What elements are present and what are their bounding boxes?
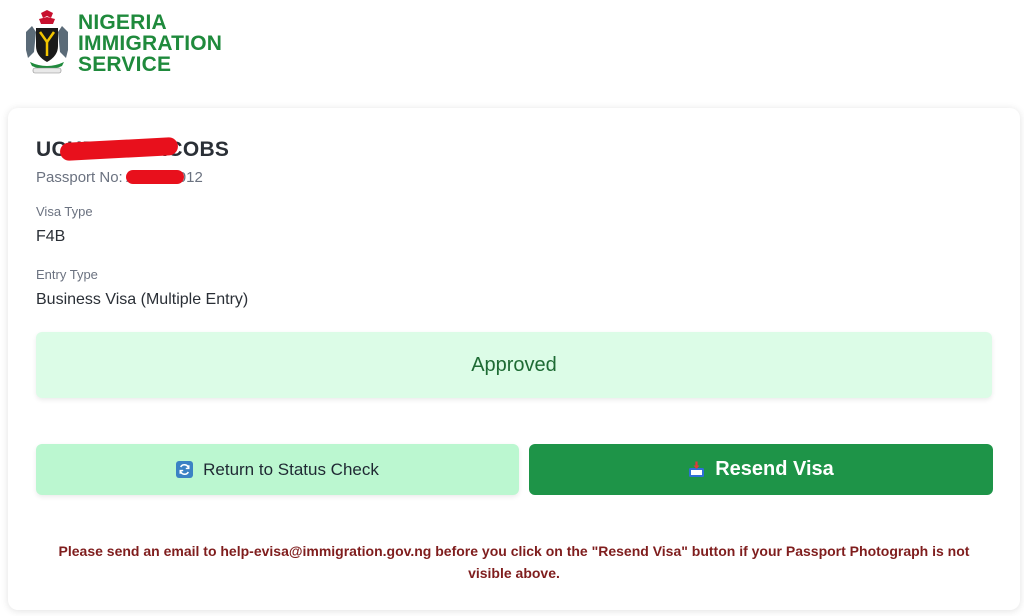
status-badge: Approved [36, 332, 992, 398]
agency-name-logo: NIGERIA IMMIGRATION SERVICE [78, 12, 222, 75]
entry-type-value: Business Visa (Multiple Entry) [36, 291, 249, 308]
refresh-icon [176, 461, 194, 478]
redaction-mark [126, 170, 184, 184]
resend-button-label: Resend Visa [715, 458, 834, 480]
passport-label: Passport No: [36, 169, 123, 186]
header: NIGERIA IMMIGRATION SERVICE [24, 8, 222, 78]
agency-name-line-3: SERVICE [78, 52, 172, 76]
resend-notice: Please send an email to help-evisa@immig… [58, 543, 970, 581]
coat-of-arms-logo [26, 10, 68, 74]
status-label: Approved [471, 353, 557, 376]
agency-name-line-2: IMMIGRATION [78, 31, 223, 55]
return-button-label: Return to Status Check [203, 459, 379, 479]
entry-type-label: Entry Type [36, 267, 98, 282]
page: NIGERIA IMMIGRATION SERVICE UCHENDI JACO… [0, 0, 1024, 616]
resend-visa-button[interactable]: Resend Visa [529, 444, 993, 495]
agency-name-line-1: NIGERIA [78, 10, 167, 34]
inbox-tray-icon [689, 461, 705, 477]
visa-details-card: UCHENDI JACOBS Passport No: A03556012 Vi… [8, 108, 1020, 610]
return-to-status-check-button[interactable]: Return to Status Check [36, 444, 519, 495]
visa-type-value: F4B [36, 228, 66, 245]
visa-type-label: Visa Type [36, 204, 93, 219]
